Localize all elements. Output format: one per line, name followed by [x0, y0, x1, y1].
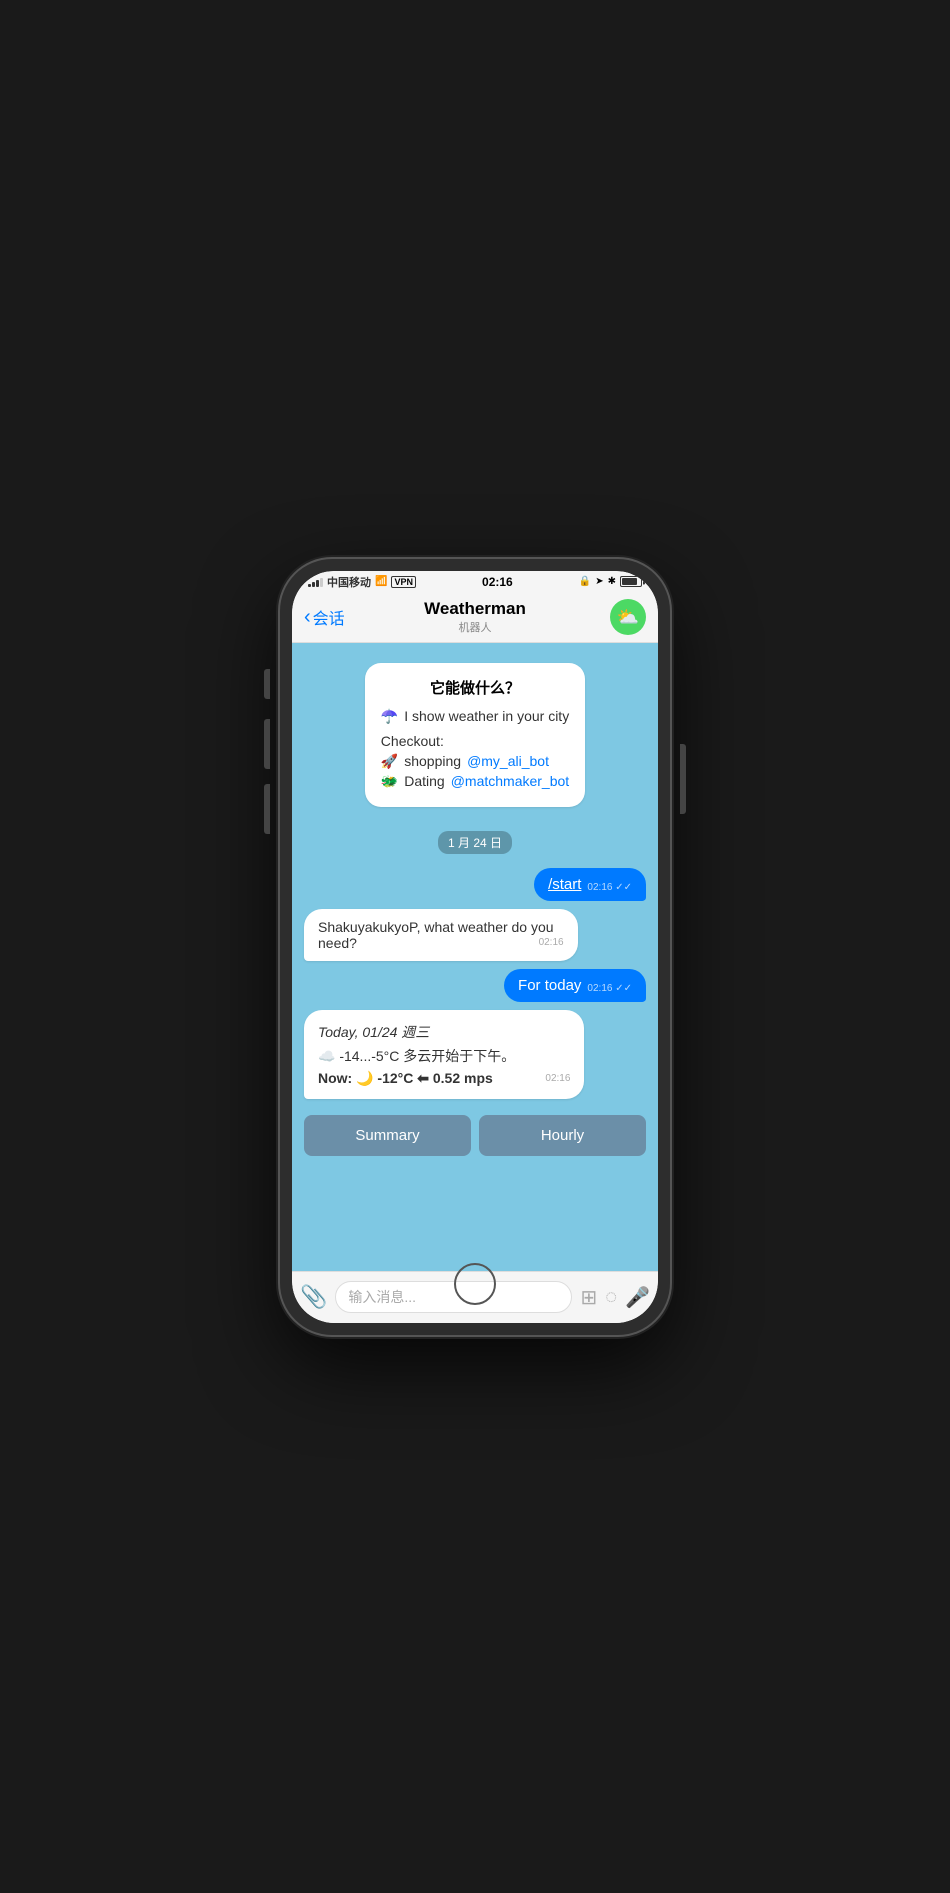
vpn-badge: VPN	[391, 576, 416, 588]
umbrella-icon: ☂️	[381, 708, 398, 725]
weather-now-text: Now: 🌙 -12°C ⬅ 0.52 mps	[318, 1070, 493, 1087]
checkmarks-2: ✓✓	[615, 983, 632, 994]
status-right: 🔒 ➤ ✱	[579, 576, 642, 587]
nav-subtitle: 机器人	[459, 619, 492, 635]
attachment-icon[interactable]: 📎	[300, 1284, 327, 1310]
bot-bubble-1: ShakuyakukyoP, what weather do you need?…	[304, 909, 578, 961]
battery-indicator	[620, 576, 642, 587]
sticker-icon[interactable]: ⊞	[580, 1285, 597, 1310]
nav-center: Weatherman 机器人	[374, 599, 576, 635]
summary-button[interactable]: Summary	[304, 1115, 471, 1156]
weather-date: Today, 01/24 週三	[318, 1022, 570, 1042]
bot-avatar[interactable]: ⛅	[610, 599, 646, 635]
checkout-line1: 🚀 shopping @my_ali_bot	[381, 753, 569, 770]
user-bubble-2: For today 02:16 ✓✓	[504, 969, 646, 1002]
action-buttons: Summary Hourly	[304, 1107, 646, 1164]
user-time-2: 02:16 ✓✓	[587, 983, 632, 994]
matchmaker-link[interactable]: @matchmaker_bot	[451, 773, 569, 789]
weather-message: Today, 01/24 週三 ☁️ -14...-5°C 多云开始于下午。 N…	[304, 1010, 646, 1099]
weather-now: Now: 🌙 -12°C ⬅ 0.52 mps 02:16	[318, 1070, 570, 1087]
user-message-2: For today 02:16 ✓✓	[304, 969, 646, 1002]
chevron-left-icon: ‹	[304, 606, 311, 629]
bot-text-1: ShakuyakukyoP, what weather do you need?	[318, 919, 554, 951]
app-screen: 中国移动 📶 VPN 02:16 🔒 ➤ ✱ ‹ 会话	[292, 571, 658, 1323]
status-bar: 中国移动 📶 VPN 02:16 🔒 ➤ ✱	[292, 571, 658, 593]
mute-button	[264, 669, 270, 699]
emoji-icon[interactable]: ◌	[605, 1286, 617, 1309]
back-button[interactable]: ‹ 会话	[304, 605, 374, 629]
user-message-1: /start 02:16 ✓✓	[304, 868, 646, 901]
signal-icon	[308, 577, 323, 587]
nav-right: ⛅	[576, 599, 646, 635]
bluetooth-icon: ✱	[608, 576, 616, 587]
user-text-2: For today	[518, 977, 581, 994]
user-bubble-1: /start 02:16 ✓✓	[534, 868, 646, 901]
phone-screen: 中国移动 📶 VPN 02:16 🔒 ➤ ✱ ‹ 会话	[292, 571, 658, 1323]
checkout-line2: 🐲 Dating @matchmaker_bot	[381, 773, 569, 790]
nav-bar: ‹ 会话 Weatherman 机器人 ⛅	[292, 593, 658, 643]
dragon-icon: 🐲	[381, 773, 398, 790]
weather-temp: ☁️ -14...-5°C 多云开始于下午。	[318, 1046, 570, 1066]
welcome-bubble: 它能做什么？ ☂️ I show weather in your city Ch…	[365, 663, 585, 807]
status-time: 02:16	[482, 575, 513, 589]
input-icons: ⊞ ◌ 🎤	[580, 1285, 650, 1310]
nav-title: Weatherman	[424, 599, 526, 619]
checkout-title: Checkout:	[381, 733, 569, 749]
user-time-1: 02:16 ✓✓	[587, 882, 632, 893]
bot-avatar-icon: ⛅	[617, 607, 639, 628]
volume-down-button	[264, 784, 270, 834]
chat-area[interactable]: 它能做什么？ ☂️ I show weather in your city Ch…	[292, 643, 658, 1271]
home-button[interactable]	[454, 1263, 496, 1305]
phone-device: 中国移动 📶 VPN 02:16 🔒 ➤ ✱ ‹ 会话	[280, 559, 670, 1335]
weather-bubble: Today, 01/24 週三 ☁️ -14...-5°C 多云开始于下午。 N…	[304, 1010, 584, 1099]
weather-time: 02:16	[545, 1073, 570, 1084]
checkmarks-1: ✓✓	[615, 882, 632, 893]
bot-time-1: 02:16	[539, 937, 564, 948]
carrier-label: 中国移动	[327, 574, 371, 590]
wifi-icon: 📶	[375, 576, 387, 587]
back-label: 会话	[313, 605, 345, 629]
location-icon: ➤	[595, 576, 603, 587]
date-label: 1 月 24 日	[438, 831, 512, 854]
status-left: 中国移动 📶 VPN	[308, 574, 416, 590]
date-separator: 1 月 24 日	[304, 831, 646, 854]
user-text-1: /start	[548, 876, 581, 893]
ali-bot-link[interactable]: @my_ali_bot	[467, 753, 549, 769]
welcome-line1: ☂️ I show weather in your city	[381, 708, 569, 725]
power-button	[680, 744, 686, 814]
welcome-title: 它能做什么？	[381, 677, 569, 698]
mic-icon[interactable]: 🎤	[625, 1285, 650, 1310]
checkout-section: Checkout: 🚀 shopping @my_ali_bot 🐲 Datin…	[381, 733, 569, 790]
volume-up-button	[264, 719, 270, 769]
rocket-icon: 🚀	[381, 753, 398, 770]
lock-icon: 🔒	[579, 576, 591, 587]
input-placeholder: 输入消息...	[348, 1287, 416, 1307]
bot-message-1: ShakuyakukyoP, what weather do you need?…	[304, 909, 646, 961]
hourly-button[interactable]: Hourly	[479, 1115, 646, 1156]
